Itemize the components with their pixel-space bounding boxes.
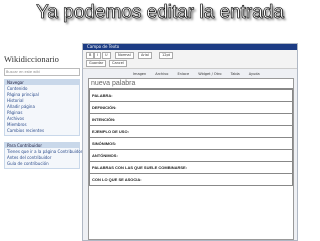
save-button[interactable]: Guardar <box>86 60 107 67</box>
nav-header: Navegar <box>5 80 79 85</box>
editor-toolbar: B I U Normal Arial 12pt Guardar Cancel I… <box>83 50 297 76</box>
underline-button[interactable]: U <box>102 52 111 59</box>
field-intencion[interactable]: INTENCIÓN: <box>89 113 293 126</box>
tab-link[interactable]: Enlace <box>175 72 191 77</box>
tab-image[interactable]: Imagen <box>131 72 148 77</box>
field-antonimos[interactable]: ANTÓNIMOS: <box>89 149 293 162</box>
field-ejemplo[interactable]: EJEMPLO DE USO: <box>89 125 293 138</box>
document-area[interactable]: nueva palabra PALABRA: DEFINICIÓN: INTEN… <box>88 78 294 240</box>
contrib-panel: Para Contribuidor Tienes que ir a la pág… <box>4 142 82 169</box>
tab-help[interactable]: Ayuda <box>247 72 262 77</box>
nav-item[interactable]: Cambios recientes <box>7 128 77 134</box>
wiki-sidebar: Wikidiccionario Buscar en este wiki Nave… <box>4 40 82 236</box>
sidebar-top-bar <box>4 40 80 50</box>
tab-table[interactable]: Tabla <box>229 72 242 77</box>
editor-window: Campo de Texto B I U Normal Arial 12pt G… <box>82 43 298 241</box>
field-asociacion[interactable]: CON LO QUE SE ASOCIA: <box>89 173 293 186</box>
field-definicion[interactable]: DEFINICIÓN: <box>89 101 293 114</box>
field-palabra[interactable]: PALABRA: <box>89 89 293 102</box>
entry-form-table: PALABRA: DEFINICIÓN: INTENCIÓN: EJEMPLO … <box>89 89 293 186</box>
site-name[interactable]: Wikidiccionario <box>4 54 80 64</box>
slide-title: Ya podemos editar la entrada <box>36 2 284 24</box>
font-select[interactable]: Arial <box>138 52 152 59</box>
insert-tabs: Imagen Archivo Enlace Widget / Otro Tabl… <box>131 60 262 79</box>
field-combinaciones[interactable]: PALABRAS CON LAS QUE SUELE COMBINARSE: <box>89 161 293 174</box>
format-select[interactable]: Normal <box>115 52 134 59</box>
tab-widget[interactable]: Widget / Otro <box>196 72 223 77</box>
page-title[interactable]: nueva palabra <box>89 79 293 89</box>
contrib-header: Para Contribuidor <box>5 143 79 148</box>
search-input[interactable]: Buscar en este wiki <box>4 68 80 76</box>
nav-panel: Navegar Contenido Página principal Histo… <box>4 79 80 136</box>
field-sinonimos[interactable]: SINÓNIMOS: <box>89 137 293 150</box>
size-select[interactable]: 12pt <box>159 52 174 59</box>
cancel-button[interactable]: Cancel <box>109 60 127 67</box>
tab-file[interactable]: Archivo <box>153 72 170 77</box>
italic-button[interactable]: I <box>94 52 102 59</box>
contrib-item[interactable]: Guía de contribución <box>7 161 77 167</box>
